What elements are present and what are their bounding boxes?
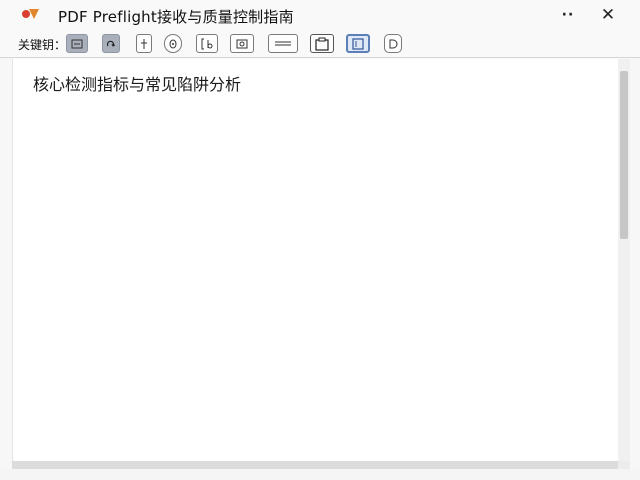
app-window: PDF Preflight接收与质量控制指南 ·· ✕ 关键钥： 核心检测指标与… (0, 0, 640, 480)
lines-icon (275, 41, 291, 45)
text-cursor-icon (141, 38, 147, 49)
scrollbar-thumb[interactable] (620, 71, 628, 239)
document-view-tool[interactable] (66, 34, 88, 53)
d-shape-icon (389, 39, 398, 48)
rotate-tool[interactable] (102, 34, 120, 53)
vertical-scrollbar[interactable] (618, 59, 630, 461)
eye-tool[interactable] (164, 34, 182, 53)
window-title: PDF Preflight接收与质量控制指南 (58, 8, 294, 26)
image-icon (236, 39, 248, 48)
clipboard-tool[interactable] (310, 34, 334, 53)
clipboard-icon (315, 37, 329, 51)
toolbar: 关键钥： (0, 30, 640, 58)
document-icon (71, 39, 83, 48)
close-button[interactable]: ✕ (594, 3, 622, 27)
eye-icon (169, 39, 177, 48)
section-heading: 核心检测指标与常见陷阱分析 (33, 75, 242, 94)
more-options-button[interactable]: ·· (554, 3, 582, 27)
document-content-area[interactable]: 核心检测指标与常见陷阱分析 (12, 59, 618, 461)
rotate-icon (106, 40, 116, 47)
app-logo-icon (22, 9, 42, 21)
toolbar-label: 关键钥： (18, 38, 67, 52)
title-bar: PDF Preflight接收与质量控制指南 ·· ✕ (0, 0, 640, 30)
scrollbar-corner (618, 461, 630, 469)
bracket-tool[interactable] (196, 34, 218, 53)
horizontal-scrollbar[interactable] (12, 461, 618, 469)
frame-icon (352, 37, 364, 50)
layout-tool[interactable] (268, 34, 298, 53)
d-tool[interactable] (384, 34, 402, 53)
window-bottom-edge (0, 469, 640, 480)
frame-tool[interactable] (346, 34, 370, 53)
image-tool[interactable] (230, 34, 254, 53)
brackets-icon (201, 38, 213, 49)
text-cursor-tool[interactable] (136, 34, 152, 53)
